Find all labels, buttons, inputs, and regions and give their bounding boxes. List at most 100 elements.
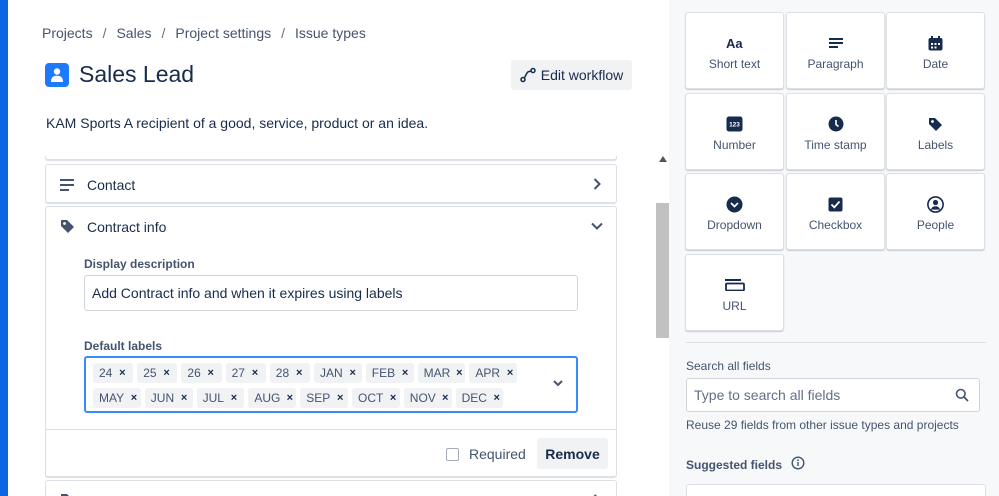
field-type-label: People [916, 218, 955, 232]
search-icon[interactable] [955, 388, 969, 405]
svg-text:123: 123 [729, 122, 740, 129]
remove-tag-icon[interactable]: × [439, 392, 452, 404]
field-type-label: Time stamp [804, 138, 867, 152]
field-type-dropdown[interactable]: Dropdown [685, 173, 784, 250]
field-type-paragraph[interactable]: Paragraph [786, 12, 885, 89]
label-tag-text: APR [475, 366, 501, 380]
remove-tag-icon[interactable]: × [227, 392, 241, 404]
field-type-label: Checkbox [808, 218, 863, 232]
remove-tag-icon[interactable]: × [127, 392, 141, 404]
display-description-label: Display description [84, 257, 195, 271]
display-description-input[interactable]: Add Contract info and when it expires us… [84, 275, 578, 311]
remove-tag-icon[interactable]: × [453, 367, 465, 379]
label-tag: 27 × [225, 363, 266, 383]
number-icon: 123 [726, 115, 743, 133]
remove-tag-icon[interactable]: × [503, 367, 517, 379]
field-card-contact[interactable]: Contact [45, 164, 617, 203]
remove-tag-icon[interactable]: × [333, 392, 347, 404]
field-header-contact[interactable]: Contact [46, 165, 616, 204]
remove-tag-icon[interactable]: × [115, 367, 129, 379]
remove-tag-icon[interactable]: × [386, 392, 399, 404]
field-card-previous [45, 156, 617, 160]
remove-tag-icon[interactable]: × [283, 392, 296, 404]
info-icon[interactable] [791, 456, 805, 473]
field-type-number[interactable]: 123 Number [685, 93, 784, 170]
label-tag: 25 × [137, 363, 178, 383]
divider [686, 342, 986, 343]
label-tag: OCT × [352, 388, 400, 408]
field-header-next[interactable] [46, 481, 616, 496]
remove-tag-icon[interactable]: × [346, 367, 360, 379]
paragraph-icon [828, 34, 843, 52]
svg-text:Aa: Aa [726, 36, 743, 50]
field-type-label: URL [722, 299, 747, 313]
breadcrumb-projects[interactable]: Projects [42, 25, 93, 41]
vertical-scrollbar[interactable] [656, 153, 669, 496]
remove-tag-icon[interactable]: × [398, 367, 412, 379]
field-type-label: Short text [708, 57, 761, 71]
breadcrumb-issue-types[interactable]: Issue types [295, 25, 366, 41]
chevron-down-icon[interactable] [552, 376, 564, 392]
remove-tag-icon[interactable]: × [160, 367, 174, 379]
label-tag-text: DEC [461, 391, 487, 405]
field-type-label: Date [922, 57, 949, 71]
suggested-field-card[interactable] [686, 484, 986, 496]
scroll-up-arrow-icon[interactable] [659, 156, 667, 162]
remove-tag-icon[interactable]: × [177, 392, 191, 404]
required-toggle[interactable]: Required [446, 446, 526, 462]
required-checkbox[interactable] [446, 447, 459, 461]
url-icon [724, 276, 745, 294]
breadcrumb-separator: / [281, 25, 285, 41]
left-accent-strip [0, 0, 8, 496]
field-type-checkbox[interactable]: Checkbox [786, 173, 885, 250]
field-header-contract-info[interactable]: Contract info [46, 207, 616, 246]
breadcrumb: Projects / Sales / Project settings / Is… [42, 25, 366, 41]
search-fields-input[interactable]: Type to search all fields [686, 378, 980, 412]
label-tag: JAN × [314, 363, 362, 383]
checkbox-icon [828, 195, 843, 213]
label-tag: DEC × [455, 388, 504, 408]
label-tag: NOV × [403, 388, 452, 408]
field-type-labels[interactable]: Labels [886, 93, 985, 170]
remove-tag-icon[interactable]: × [248, 367, 262, 379]
field-type-short-text[interactable]: Aa Short text [685, 12, 784, 89]
field-type-date[interactable]: Date [886, 12, 985, 89]
field-card-contract-info: Contract info Display description Add Co… [45, 206, 617, 477]
remove-button[interactable]: Remove [537, 438, 608, 469]
field-label-contact: Contact [87, 176, 136, 193]
label-tag: FEB × [365, 363, 414, 383]
tag-icon [59, 493, 75, 496]
remove-tag-icon[interactable]: × [292, 367, 306, 379]
label-tag: SEP × [300, 388, 348, 408]
calendar-icon [928, 34, 943, 52]
field-type-url[interactable]: URL [685, 254, 784, 331]
issue-type-person-icon[interactable] [45, 62, 69, 87]
edit-workflow-button[interactable]: Edit workflow [511, 60, 632, 90]
field-type-time-stamp[interactable]: Time stamp [786, 93, 885, 170]
suggested-fields-heading: Suggested fields [686, 456, 805, 473]
chevron-right-icon[interactable] [590, 177, 604, 194]
breadcrumb-project-settings[interactable]: Project settings [175, 25, 271, 41]
label-tag: AUG × [248, 388, 297, 408]
label-tag-text: OCT [358, 391, 384, 405]
reuse-fields-text: Reuse 29 fields from other issue types a… [686, 418, 959, 432]
remove-tag-icon[interactable]: × [204, 367, 218, 379]
remove-tag-icon[interactable]: × [490, 392, 503, 404]
breadcrumb-sales[interactable]: Sales [116, 25, 151, 41]
suggested-fields-label: Suggested fields [686, 457, 783, 472]
label-tag-text: JUN [150, 391, 175, 405]
label-tag-text: FEB [371, 366, 396, 380]
label-tag: 24 × [93, 363, 134, 383]
chevron-down-icon[interactable] [590, 219, 604, 236]
issue-type-description: KAM Sports A recipient of a good, servic… [46, 115, 429, 131]
field-card-next[interactable] [45, 480, 617, 496]
field-types-panel: Aa Short text Paragraph Date 123 Number Time s… [679, 0, 999, 496]
page-title: Sales Lead [79, 61, 195, 87]
person-icon [927, 195, 944, 213]
label-tag-text: MAR [423, 366, 451, 380]
label-tag: JUL × [196, 388, 245, 408]
scroll-thumb[interactable] [656, 203, 669, 338]
field-type-people[interactable]: People [886, 173, 985, 250]
default-labels-select[interactable]: 24 × 25 × 26 × 27 × 28 × JAN × FEB × MAR × APR × MAY × JUN × J… [84, 356, 578, 413]
search-fields-label: Search all fields [686, 359, 771, 373]
